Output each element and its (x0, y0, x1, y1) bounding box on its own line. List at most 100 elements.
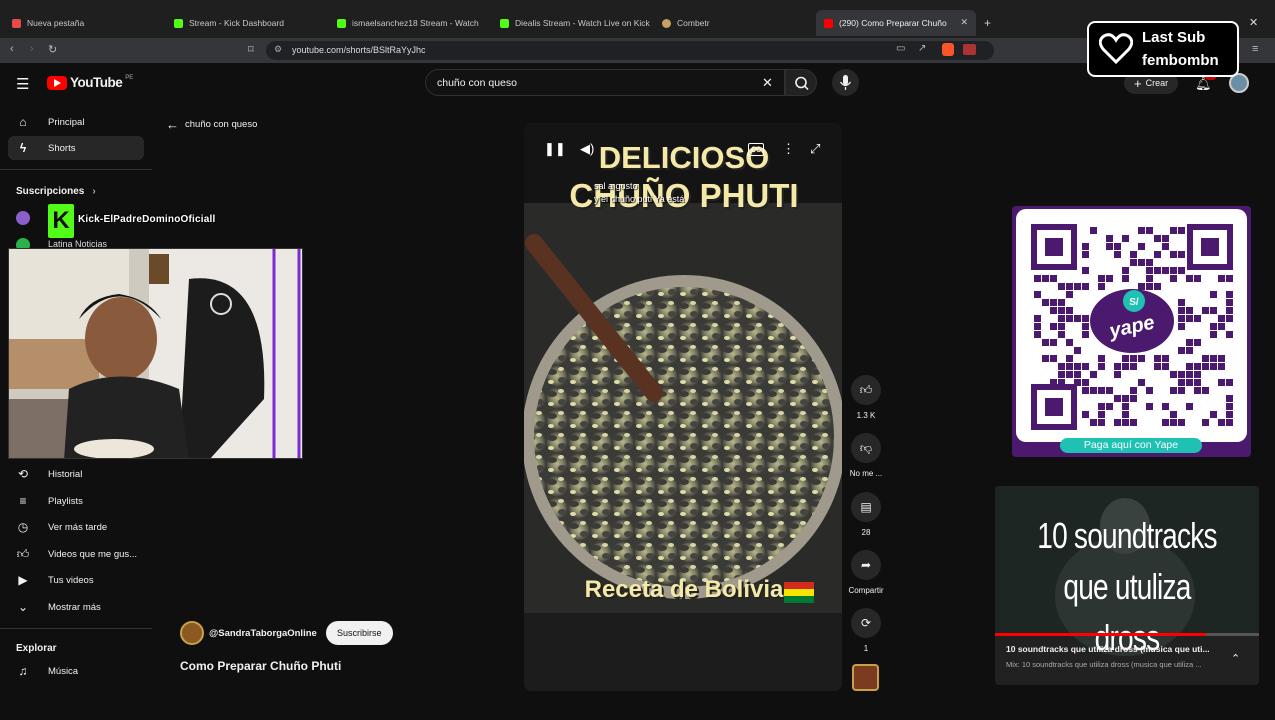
sidebar-item-shorts[interactable]: ϟ Shorts (8, 136, 144, 160)
webcam-feed (9, 249, 302, 458)
qr-module (1162, 363, 1169, 370)
qr-module (1130, 251, 1137, 258)
qr-module (1066, 339, 1073, 346)
browser-tab[interactable]: Nueva pestaña (4, 10, 164, 36)
qr-module (1066, 371, 1073, 378)
kick-icon (174, 18, 183, 28)
qr-module (1138, 355, 1145, 362)
qr-module (1034, 315, 1041, 322)
sidebar-item-label: Principal (48, 116, 85, 128)
back-to-search-link[interactable]: ← chuño con queso (166, 117, 257, 132)
audio-source-thumbnail[interactable] (852, 664, 879, 691)
comment-icon: ▤ (851, 492, 881, 522)
pause-icon[interactable]: ❚❚ (544, 141, 566, 157)
bookmark-icon[interactable]: ⌑ (248, 43, 254, 56)
reload-icon[interactable]: ↻ (48, 43, 57, 56)
url-field[interactable]: ⚙ youtube.com/shorts/BSltRaYyJhc (266, 41, 994, 60)
brave-rewards-icon[interactable] (963, 44, 976, 55)
menu-icon[interactable]: ≡ (1252, 43, 1258, 55)
new-tab-button[interactable]: + (984, 16, 991, 30)
qr-module (1194, 379, 1201, 386)
video-caption-2: y el chuño puti Ya está (594, 194, 685, 204)
sidebar-item-playlists[interactable]: ≡ Playlists (8, 489, 144, 513)
sidebar-item-ver-mas-tarde[interactable]: ◷ Ver más tarde (8, 515, 144, 539)
back-icon[interactable]: ‹ (10, 43, 14, 55)
qr-module (1050, 307, 1057, 314)
brave-shields-icon[interactable] (942, 43, 954, 56)
qr-module (1194, 387, 1201, 394)
volume-icon[interactable]: ◀︎) (580, 141, 594, 157)
qr-module (1178, 267, 1185, 274)
qr-module (1178, 379, 1185, 386)
qr-module (1162, 235, 1169, 242)
comments-button[interactable]: ▤ 28 (844, 492, 888, 537)
qr-module (1058, 299, 1065, 306)
qr-code-pattern: S/ yape (1031, 224, 1233, 430)
qr-module (1090, 371, 1097, 378)
qr-module (1138, 379, 1145, 386)
browser-tab[interactable]: Diealis Stream - Watch Live on Kick (492, 10, 652, 36)
browser-tab-active[interactable]: (290) Como Preparar Chuño ✕ (816, 10, 976, 36)
sidebar-subscription-latina[interactable]: Latina Noticias (48, 239, 107, 247)
captions-icon[interactable]: cc (748, 143, 764, 156)
dislike-button[interactable]: 👎︎ No me ... (844, 433, 888, 478)
qr-module (1218, 323, 1225, 330)
cast-icon[interactable]: ▭ (896, 43, 905, 54)
qr-module (1034, 291, 1041, 298)
search-button[interactable] (785, 69, 817, 96)
qr-module (1154, 235, 1161, 242)
sidebar-item-historial[interactable]: ⟲ Historial (8, 462, 144, 486)
voice-search-button[interactable] (832, 69, 859, 96)
subscriptions-header[interactable]: Suscripciones › (16, 186, 96, 197)
qr-module (1194, 363, 1201, 370)
qr-module (1170, 411, 1177, 418)
close-icon[interactable]: ✕ (960, 17, 968, 28)
share-button[interactable]: ➦ Compartir (844, 550, 888, 595)
short-video-player[interactable]: DELICIOSO CHUÑO PHUTI sal a gusto y el c… (524, 123, 842, 691)
site-info-icon[interactable]: ⚙ (274, 44, 282, 55)
qr-module (1058, 323, 1065, 330)
remix-button[interactable]: ⟳ 1 (844, 608, 888, 653)
browser-tab[interactable]: Combetr (654, 10, 814, 36)
qr-module (1058, 331, 1065, 338)
browser-tab[interactable]: Stream - Kick Dashboard (166, 10, 326, 36)
qr-module (1058, 307, 1065, 314)
qr-module (1178, 227, 1185, 234)
browser-tab[interactable]: ismaelsanchez18 Stream - Watch Liv (329, 10, 489, 36)
qr-module (1210, 411, 1217, 418)
chevron-up-icon[interactable]: ⌃ (1231, 652, 1240, 665)
qr-module (1082, 323, 1089, 330)
channel-name[interactable]: @SandraTaborgaOnline (209, 628, 317, 639)
qr-module (1146, 387, 1153, 394)
qr-module (1154, 363, 1161, 370)
sidebar-item-principal[interactable]: ⌂ Principal (8, 110, 144, 134)
sidebar-item-musica[interactable]: ♫ Música (8, 659, 144, 683)
window-close-icon[interactable]: ✕ (1249, 16, 1258, 29)
forward-icon[interactable]: › (30, 43, 34, 55)
qr-module (1098, 355, 1105, 362)
qr-module (1210, 291, 1217, 298)
combetr-icon (662, 18, 671, 28)
fullscreen-icon[interactable]: ⤢ (810, 141, 820, 157)
hamburger-menu-icon[interactable]: ☰ (16, 75, 29, 93)
qr-module (1106, 387, 1113, 394)
youtube-icon (824, 18, 833, 28)
mix-video-thumbnail[interactable]: 10 soundtracks que utuliza dross 10 soun… (995, 486, 1259, 685)
subscribe-button[interactable]: Suscribirse (326, 621, 393, 645)
youtube-logo[interactable]: YouTube PE (47, 75, 133, 90)
url-text: youtube.com/shorts/BSltRaYyJhc (292, 45, 426, 55)
qr-module (1074, 371, 1081, 378)
channel-avatar[interactable] (180, 621, 204, 645)
more-options-icon[interactable]: ⋮ (782, 141, 795, 157)
like-button[interactable]: 👍︎ 1.3 K (844, 375, 888, 420)
qr-module (1114, 243, 1121, 250)
sidebar-subscription-kick[interactable]: Kick-ElPadreDominoOficiall (78, 214, 215, 225)
qr-module (1114, 395, 1121, 402)
sidebar-item-liked-videos[interactable]: 👍︎ Videos que me gus... (8, 542, 144, 566)
sidebar-item-mostrar-mas[interactable]: ⌄ Mostrar más (8, 595, 144, 619)
search-input[interactable]: chuño con queso ✕ (425, 69, 785, 96)
sidebar-item-tus-videos[interactable]: ▶ Tus videos (8, 568, 144, 592)
qr-module (1130, 387, 1137, 394)
share-icon[interactable]: ↗ (918, 43, 926, 54)
clear-search-icon[interactable]: ✕ (762, 75, 773, 91)
